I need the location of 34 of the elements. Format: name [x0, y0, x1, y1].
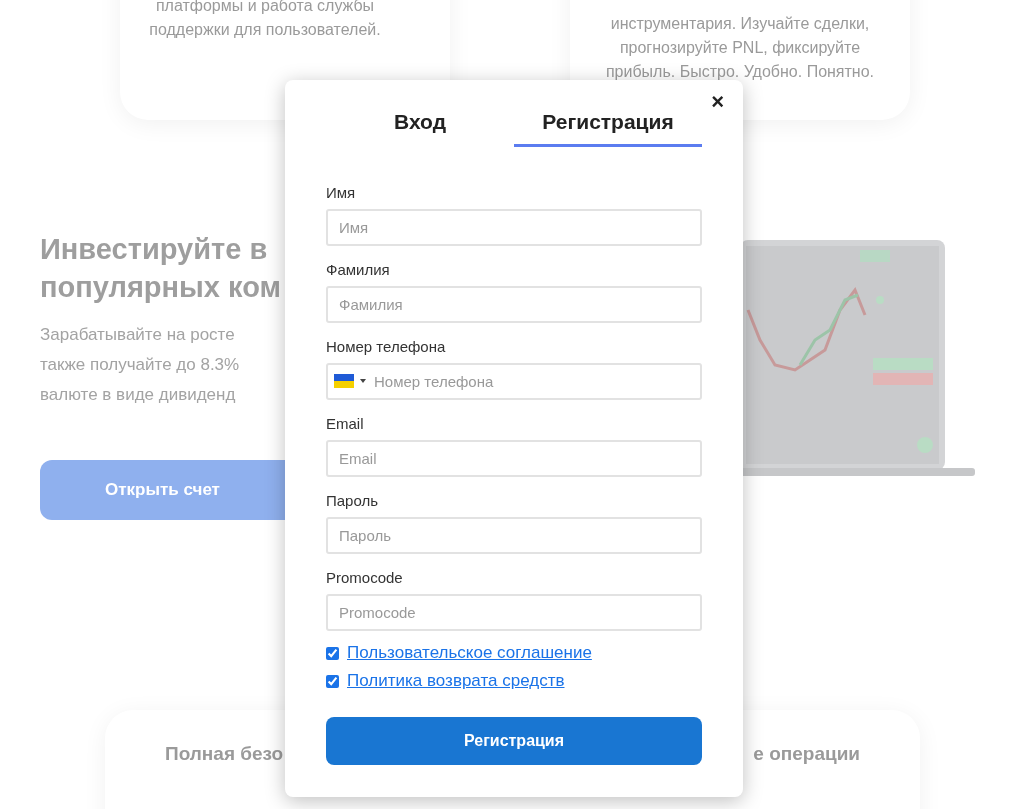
section-heading: е операции — [753, 742, 860, 766]
field-label: Пароль — [326, 491, 379, 511]
agreement-link[interactable]: Политика возврата средств — [347, 668, 565, 694]
card-text: поддержки для пользователей. — [149, 20, 381, 40]
checkbox[interactable] — [326, 646, 339, 660]
tab[interactable]: Регистрация — [514, 100, 702, 147]
field-label: Фамилия — [326, 260, 390, 280]
input-field[interactable]: Имя — [326, 209, 702, 246]
field-label: Имя — [326, 183, 356, 203]
hero-heading: популярных ком — [40, 270, 282, 305]
hero-text: Зарабатывайте на росте — [40, 324, 236, 346]
hero-heading: Инвестируйте в — [40, 232, 269, 267]
caret-icon — [360, 379, 366, 383]
field-label: Promocode — [326, 568, 403, 588]
input-field[interactable]: Email — [326, 440, 702, 477]
card-text: прогнозируйте PNL, фиксируйте — [619, 38, 861, 58]
card-text: платформы и работа службы — [155, 0, 375, 16]
hero-text: валюте в виде дивиденд — [40, 384, 237, 406]
tab[interactable]: Вход — [326, 100, 514, 147]
ukraine-flag-icon — [334, 374, 354, 388]
card-text: прибыль. Быстро. Удобно. Понятно. — [605, 62, 875, 82]
checkbox[interactable] — [326, 674, 339, 688]
input-field[interactable]: Фамилия — [326, 286, 702, 323]
close-button[interactable]: × — [711, 90, 724, 114]
field-label: Номер телефона — [326, 337, 446, 357]
hero-text: также получайте до 8.3% — [40, 354, 241, 376]
field-label: Email — [326, 414, 364, 434]
input-field[interactable]: Promocode — [326, 594, 702, 631]
password-field[interactable]: Пароль — [326, 517, 702, 554]
card-text: инструментария. Изучайте сделки, — [610, 14, 870, 34]
register-button[interactable]: Регистрация — [326, 717, 702, 765]
agreement-link[interactable]: Пользовательское соглашение — [347, 640, 592, 666]
section-heading: Полная безо — [165, 742, 284, 766]
phone-field[interactable]: Номер телефона — [326, 363, 702, 400]
